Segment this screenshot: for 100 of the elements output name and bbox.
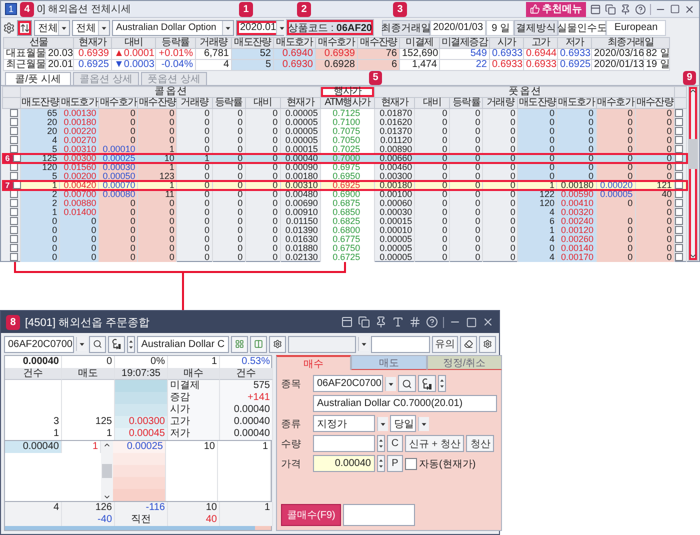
scrollbar[interactable]	[688, 86, 698, 261]
spinner-icon[interactable]	[438, 375, 446, 392]
close-button[interactable]: 청산	[466, 435, 494, 452]
checkbox[interactable]	[10, 127, 18, 135]
checkbox[interactable]	[675, 109, 684, 117]
option-row[interactable]: 1 0.01400 0 0 0 0 0 0.00910 0.6850 0.00030 0 0 0 4 0.00320 0	[2, 208, 686, 217]
submit-button[interactable]: 콜매수(F9)	[281, 504, 342, 526]
dropdown-caret-icon[interactable]	[98, 20, 109, 34]
checkbox[interactable]	[10, 199, 18, 207]
order-tab[interactable]: 매도	[351, 355, 427, 370]
order-tab[interactable]: 정정/취소	[426, 355, 502, 370]
checkbox[interactable]	[675, 136, 684, 144]
checkbox[interactable]	[675, 154, 684, 162]
checkbox[interactable]	[675, 244, 684, 252]
dropdown-caret-icon[interactable]	[418, 416, 429, 430]
checkbox[interactable]	[10, 235, 18, 243]
search-icon[interactable]	[398, 375, 416, 392]
filter-select[interactable]: Australian Dollar Option	[112, 20, 234, 36]
pin-icon[interactable]	[375, 316, 387, 328]
scroll-thumb[interactable]	[102, 464, 112, 478]
copy-icon[interactable]	[358, 316, 370, 328]
checkbox[interactable]	[10, 208, 18, 216]
input-field[interactable]	[370, 336, 430, 352]
checkbox[interactable]	[405, 458, 417, 470]
bid-price[interactable]: 0.00025	[113, 441, 166, 453]
dropdown-caret-icon[interactable]	[385, 376, 396, 390]
scroll-up-icon[interactable]	[689, 87, 697, 95]
spinner-icon[interactable]	[127, 336, 136, 352]
term-select[interactable]: 당일	[390, 415, 416, 432]
sort-button[interactable]	[17, 20, 32, 36]
settings-icon[interactable]	[478, 336, 496, 352]
quantity-field[interactable]	[313, 435, 375, 452]
eraser-icon[interactable]	[460, 336, 477, 352]
dropdown-caret-icon[interactable]	[358, 337, 369, 351]
spinner-icon[interactable]	[377, 435, 385, 452]
checkbox[interactable]	[10, 226, 18, 234]
scroll-down-icon[interactable]	[103, 493, 111, 501]
option-row[interactable]: 20 0.00220 0 0 0 0 0 0.00005 0.7075 0.01370 0 0 0 0 0 0 0	[2, 127, 686, 136]
checkbox[interactable]	[675, 226, 684, 234]
code-select[interactable]: 06AF20C0700	[4, 336, 74, 352]
checkbox[interactable]	[10, 217, 18, 225]
filter-select[interactable]: 전체	[72, 20, 110, 36]
dropdown-caret-icon[interactable]	[276, 20, 288, 34]
recommend-button[interactable]: 추천메뉴	[526, 2, 586, 16]
checkbox[interactable]	[10, 253, 18, 261]
settings-icon[interactable]	[268, 336, 286, 352]
checkbox[interactable]	[675, 145, 684, 153]
checkbox[interactable]	[10, 109, 18, 117]
columns-icon[interactable]	[250, 336, 267, 352]
pin-icon[interactable]	[620, 4, 631, 14]
tab[interactable]: 콜/풋 시세	[5, 72, 71, 85]
new-close-button[interactable]: 신규 + 청산	[405, 435, 464, 452]
option-row[interactable]: 0 0 0 0 0 0 0 0.02130 0.6725 0.00005 0 0 0 4 0.00170 0 0	[2, 253, 686, 262]
copy-icon[interactable]	[605, 4, 616, 14]
checkbox[interactable]	[675, 253, 684, 261]
checkbox[interactable]	[675, 235, 684, 243]
checkbox[interactable]	[12, 181, 20, 189]
highlighted-row[interactable]: 6 125 0.00300 0.00025 10 1 0 0 0.00040 0.7000 0.00660 0 0 0 0 0 0 0	[2, 154, 686, 163]
ask-price[interactable]: 0.00300	[115, 416, 168, 428]
option-row[interactable]: 4 0.00270 0 0 0 0 0 0.00005 0.7050 0.01120 0 0 0 0 0 0 0	[2, 136, 686, 145]
checkbox[interactable]	[10, 136, 18, 144]
scrollbar[interactable]	[101, 441, 113, 501]
checkbox[interactable]	[10, 172, 18, 180]
font-icon[interactable]	[392, 316, 404, 328]
dropdown-caret-icon[interactable]	[377, 416, 388, 430]
checkbox[interactable]	[675, 172, 684, 180]
checkbox[interactable]	[675, 208, 684, 216]
option-row[interactable]: 20 0.00180 0 0 0 0 0 0.00005 0.7100 0.01620 0 0 0 0 0 0 0	[2, 118, 686, 127]
search-icon[interactable]	[89, 336, 106, 352]
scroll-thumb[interactable]	[689, 139, 697, 169]
window-icon[interactable]	[590, 4, 601, 14]
clear-button[interactable]: C	[387, 435, 403, 452]
order-type-select[interactable]: 지정가	[313, 415, 375, 432]
checkbox[interactable]	[10, 145, 18, 153]
call-put-toggle-icon[interactable]	[418, 375, 436, 392]
option-row[interactable]: 0 0 0 0 0 0 0 0.01630 0.6775 0.00005 0 0 0 4 0.00260 0 0	[2, 235, 686, 244]
option-row[interactable]: 0 0 0 0 0 0 0 0.01880 0.6750 0.00005 0 0 0 0 0.00140 0 0	[2, 244, 686, 253]
dropdown-caret-icon[interactable]	[222, 20, 233, 34]
scroll-up-icon[interactable]	[103, 441, 111, 449]
symbol-select[interactable]: 06AF20C0700	[313, 375, 383, 392]
help-icon[interactable]	[635, 4, 646, 14]
dropdown-caret-icon[interactable]	[76, 337, 87, 351]
close-icon[interactable]	[482, 316, 494, 328]
dropdown-caret-icon[interactable]	[58, 20, 69, 34]
checkbox[interactable]	[675, 181, 684, 189]
price-button[interactable]: P	[387, 455, 403, 472]
hash-icon[interactable]	[409, 316, 421, 328]
close-icon[interactable]	[684, 4, 695, 14]
checkbox[interactable]	[10, 244, 18, 252]
checkbox[interactable]	[675, 118, 684, 126]
call-put-toggle-icon[interactable]	[108, 336, 126, 352]
filter-select[interactable]: 전체	[34, 20, 70, 36]
price-field[interactable]: 0.00040	[313, 455, 375, 472]
option-row[interactable]: 65 0.00130 0 0 0 0 0 0.00005 0.7125 0.01870 0 0 0 0 0 0 0	[2, 108, 686, 118]
highlighted-row[interactable]: 7 1 0.00420 0.00070 1 0 0 0 0.00310 0.6925 0.00180 0 0 0 1 0.00180 0.00020 121	[2, 181, 686, 190]
settings-icon[interactable]	[3, 22, 15, 34]
filter-select[interactable]: 2020.01	[236, 20, 284, 36]
option-row[interactable]: 0 0 0 0 0 0 0 0.01390 0.6800 0.00010 0 0 0 1 0.00120 0 0	[2, 226, 686, 235]
notice-button[interactable]: 유의	[432, 336, 458, 352]
checkbox[interactable]	[12, 154, 20, 162]
